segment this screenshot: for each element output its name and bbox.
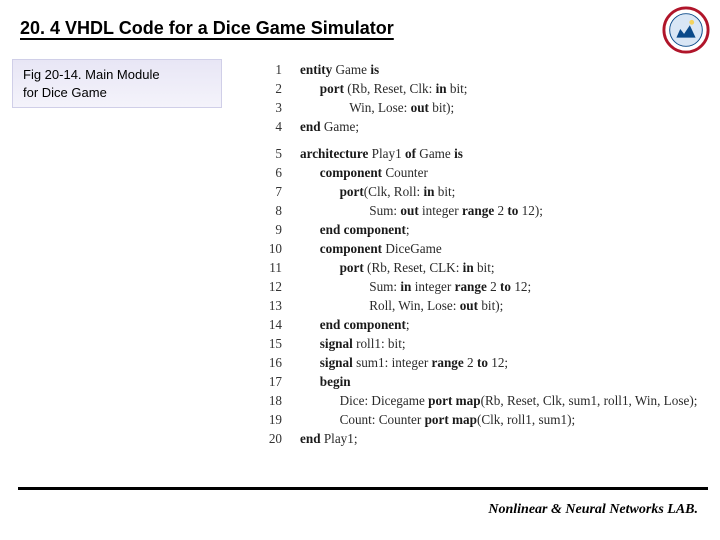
line-number: 1 (268, 60, 300, 79)
code-text: Count: Counter port map(Clk, roll1, sum1… (300, 410, 575, 429)
line-number: 15 (268, 334, 300, 353)
code-text: signal sum1: integer range 2 to 12; (300, 353, 508, 372)
vhdl-code-listing: 1entity Game is2 port (Rb, Reset, Clk: i… (268, 60, 697, 448)
code-text: port (Rb, Reset, Clk: in bit; (300, 79, 467, 98)
code-text: component Counter (300, 163, 428, 182)
code-line: 17 begin (268, 372, 697, 391)
line-number: 6 (268, 163, 300, 182)
code-line: 19 Count: Counter port map(Clk, roll1, s… (268, 410, 697, 429)
code-text: port(Clk, Roll: in bit; (300, 182, 455, 201)
code-text: end Game; (300, 117, 359, 136)
code-line: 9 end component; (268, 220, 697, 239)
line-number: 9 (268, 220, 300, 239)
code-line: 12 Sum: in integer range 2 to 12; (268, 277, 697, 296)
header: 20. 4 VHDL Code for a Dice Game Simulato… (0, 0, 720, 45)
code-text: architecture Play1 of Game is (300, 144, 463, 163)
code-text: Sum: out integer range 2 to 12); (300, 201, 543, 220)
line-number: 11 (268, 258, 300, 277)
code-line: 10 component DiceGame (268, 239, 697, 258)
line-number: 3 (268, 98, 300, 117)
line-number: 19 (268, 410, 300, 429)
code-text: end component; (300, 220, 410, 239)
line-number: 16 (268, 353, 300, 372)
line-number: 18 (268, 391, 300, 410)
line-number: 4 (268, 117, 300, 136)
code-line: 8 Sum: out integer range 2 to 12); (268, 201, 697, 220)
code-text: begin (300, 372, 351, 391)
line-number: 2 (268, 79, 300, 98)
code-line: 4end Game; (268, 117, 697, 136)
line-number: 13 (268, 296, 300, 315)
code-line: 14 end component; (268, 315, 697, 334)
line-number: 17 (268, 372, 300, 391)
figure-caption: Fig 20-14. Main Module for Dice Game (12, 59, 222, 108)
line-number: 20 (268, 429, 300, 448)
line-number: 14 (268, 315, 300, 334)
code-line: 7 port(Clk, Roll: in bit; (268, 182, 697, 201)
line-number: 7 (268, 182, 300, 201)
page-title: 20. 4 VHDL Code for a Dice Game Simulato… (20, 18, 700, 39)
code-line: 11 port (Rb, Reset, CLK: in bit; (268, 258, 697, 277)
code-text: end Play1; (300, 429, 358, 448)
code-text: port (Rb, Reset, CLK: in bit; (300, 258, 495, 277)
code-line: 1entity Game is (268, 60, 697, 79)
code-line: 15 signal roll1: bit; (268, 334, 697, 353)
code-text: Win, Lose: out bit); (300, 98, 454, 117)
caption-line: Fig 20-14. Main Module (23, 66, 211, 84)
code-line: 6 component Counter (268, 163, 697, 182)
footer-divider (18, 487, 708, 490)
code-text: end component; (300, 315, 410, 334)
caption-line: for Dice Game (23, 84, 211, 102)
code-text: Sum: in integer range 2 to 12; (300, 277, 531, 296)
code-text: component DiceGame (300, 239, 442, 258)
line-number: 8 (268, 201, 300, 220)
line-number: 10 (268, 239, 300, 258)
code-line: 3 Win, Lose: out bit); (268, 98, 697, 117)
footer-lab-name: Nonlinear & Neural Networks LAB. (488, 502, 698, 518)
code-line: 18 Dice: Dicegame port map(Rb, Reset, Cl… (268, 391, 697, 410)
line-number: 5 (268, 144, 300, 163)
code-text: signal roll1: bit; (300, 334, 406, 353)
code-line: 16 signal sum1: integer range 2 to 12; (268, 353, 697, 372)
code-line: 13 Roll, Win, Lose: out bit); (268, 296, 697, 315)
code-text: Dice: Dicegame port map(Rb, Reset, Clk, … (300, 391, 697, 410)
code-line: 20end Play1; (268, 429, 697, 448)
line-number: 12 (268, 277, 300, 296)
code-line: 5architecture Play1 of Game is (268, 144, 697, 163)
university-logo (662, 6, 710, 54)
code-text: entity Game is (300, 60, 379, 79)
code-text: Roll, Win, Lose: out bit); (300, 296, 503, 315)
code-line: 2 port (Rb, Reset, Clk: in bit; (268, 79, 697, 98)
